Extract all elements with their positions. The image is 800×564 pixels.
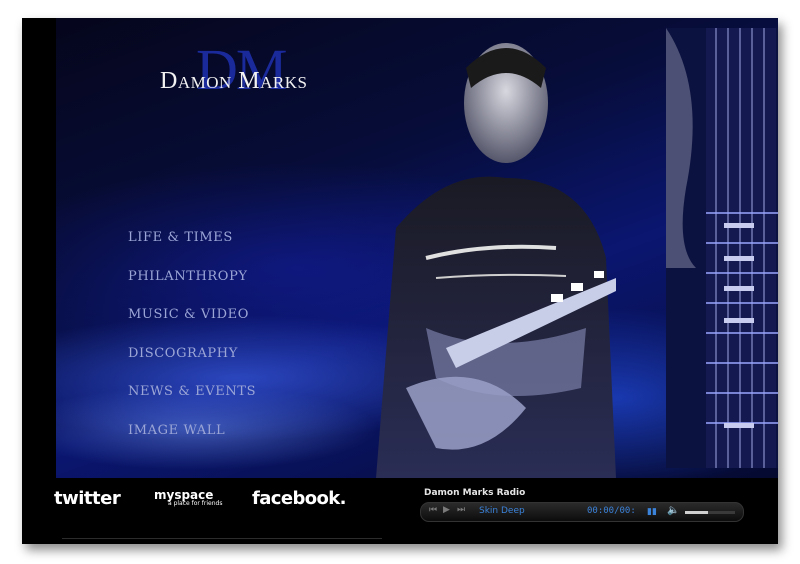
performer-image bbox=[376, 43, 616, 478]
volume-slider[interactable] bbox=[685, 511, 735, 514]
myspace-tagline: a place for friends bbox=[168, 500, 223, 507]
myspace-link[interactable]: myspace a place for friends bbox=[154, 488, 222, 507]
play-icon[interactable]: ▶ bbox=[443, 505, 450, 515]
footer-divider bbox=[62, 538, 382, 539]
volume-fill bbox=[685, 511, 708, 514]
footer-bar: twitter myspace a place for friends face… bbox=[22, 478, 778, 544]
skip-forward-icon[interactable]: ⏭ bbox=[457, 505, 465, 515]
speaker-icon[interactable]: 🔈 bbox=[667, 505, 679, 516]
logo-name[interactable]: Damon Marks bbox=[160, 68, 307, 95]
radio-player: ⏮ ▶ ⏭ Skin Deep 00:00/00: ▮▮ 🔈 bbox=[420, 502, 744, 522]
nav-item-life-times[interactable]: LIFE & TIMES bbox=[128, 230, 256, 269]
nav-item-image-wall[interactable]: IMAGE WALL bbox=[128, 423, 256, 462]
radio-title: Damon Marks Radio bbox=[424, 488, 526, 498]
nav-item-music-video[interactable]: MUSIC & VIDEO bbox=[128, 307, 256, 346]
equalizer-icon: ▮▮ bbox=[647, 507, 657, 517]
track-title: Skin Deep bbox=[479, 506, 525, 516]
nav-item-discography[interactable]: DISCOGRAPHY bbox=[128, 346, 256, 385]
main-nav: LIFE & TIMES PHILANTHROPY MUSIC & VIDEO … bbox=[128, 230, 256, 462]
nav-item-philanthropy[interactable]: PHILANTHROPY bbox=[128, 269, 256, 308]
site-frame: DM Damon Marks LIFE & TIMES PHILANTHROPY… bbox=[22, 18, 778, 544]
nav-item-news-events[interactable]: NEWS & EVENTS bbox=[128, 384, 256, 423]
track-time: 00:00/00: bbox=[587, 506, 636, 516]
skip-back-icon[interactable]: ⏮ bbox=[429, 505, 437, 515]
hero-stage: DM Damon Marks LIFE & TIMES PHILANTHROPY… bbox=[56, 18, 778, 478]
twitter-link[interactable]: twitter bbox=[54, 488, 121, 509]
guitar-neck-image bbox=[666, 28, 778, 468]
facebook-link[interactable]: facebook. bbox=[252, 488, 346, 509]
